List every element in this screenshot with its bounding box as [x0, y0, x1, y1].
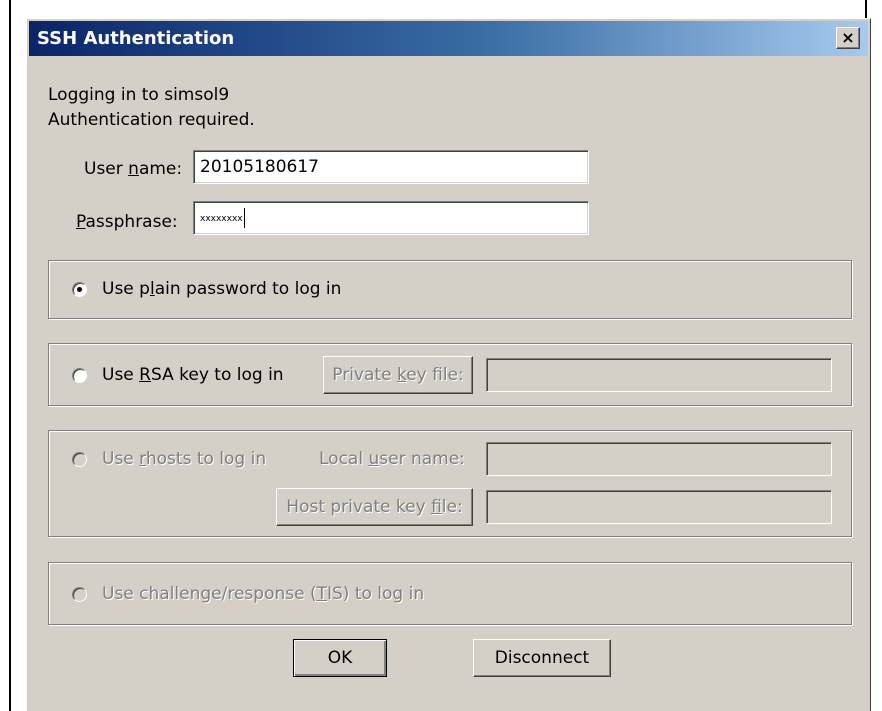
ok-button[interactable]: OK [293, 639, 387, 677]
local-username-input[interactable] [486, 442, 832, 476]
text-caret [243, 208, 245, 228]
plain-password-group: Use plain password to log in [48, 260, 852, 319]
rsa-key-radio[interactable] [72, 368, 87, 383]
rhosts-group: Use rhosts to log in Local user name: Ho… [48, 430, 852, 537]
host-private-key-file-input[interactable] [486, 490, 832, 524]
tis-group: Use challenge/response (TIS) to log in [48, 562, 852, 625]
status-auth-required: Authentication required. [48, 110, 255, 130]
plain-password-label[interactable]: Use plain password to log in [102, 279, 341, 299]
rsa-key-group: Use RSA key to log in Private key file: [48, 343, 852, 406]
close-icon: × [841, 28, 855, 47]
private-key-file-button[interactable]: Private key file: [323, 356, 473, 394]
dialog-title: SSH Authentication [37, 28, 235, 49]
passphrase-masked-value: xxxxxxxx [200, 214, 243, 224]
window-frame-left [9, 0, 11, 711]
rsa-key-label[interactable]: Use RSA key to log in [102, 365, 284, 385]
ssh-authentication-dialog: SSH Authentication × Logging in to simso… [26, 18, 871, 711]
rhosts-radio[interactable] [72, 452, 87, 467]
passphrase-input[interactable]: xxxxxxxx [193, 201, 589, 235]
disconnect-button[interactable]: Disconnect [473, 639, 611, 677]
rhosts-label[interactable]: Use rhosts to log in [102, 449, 266, 469]
tis-label[interactable]: Use challenge/response (TIS) to log in [102, 584, 424, 604]
private-key-file-input[interactable] [486, 358, 832, 392]
tis-radio[interactable] [72, 587, 87, 602]
username-label: User name: [84, 159, 183, 179]
close-button[interactable]: × [836, 27, 860, 49]
title-bar[interactable]: SSH Authentication × [29, 21, 868, 56]
radio-selected-dot [77, 287, 82, 292]
local-username-label: Local user name: [319, 449, 465, 469]
plain-password-radio[interactable] [72, 282, 87, 297]
host-private-key-file-button[interactable]: Host private key file: [276, 488, 473, 526]
status-login-host: Logging in to simsol9 [48, 85, 230, 105]
passphrase-label: Passphrase: [76, 212, 178, 232]
username-value: 20105180617 [200, 157, 319, 177]
username-input[interactable]: 20105180617 [193, 150, 589, 184]
